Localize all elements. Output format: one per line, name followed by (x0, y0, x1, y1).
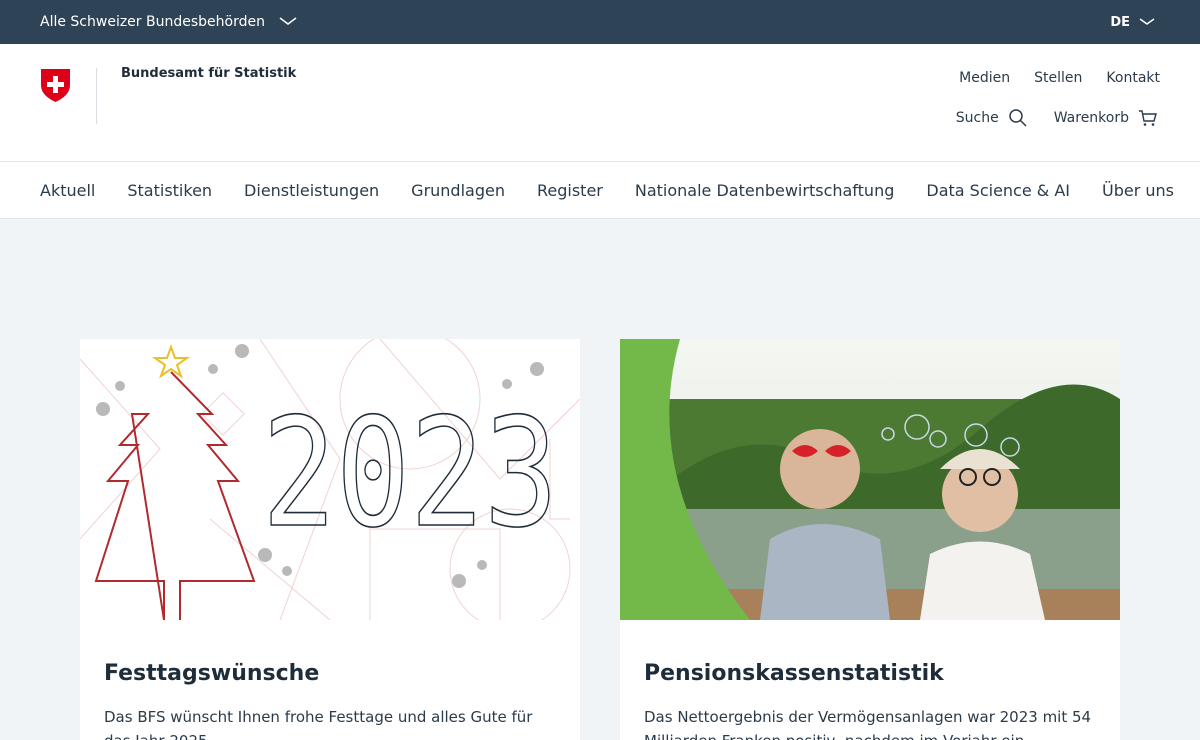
nav-item-aktuell[interactable]: Aktuell (40, 181, 95, 200)
header-tools: Suche Warenkorb (956, 108, 1158, 128)
meta-nav-kontakt[interactable]: Kontakt (1106, 70, 1160, 86)
nav-item-dienstleistungen[interactable]: Dienstleistungen (244, 181, 379, 200)
chevron-down-icon (279, 17, 297, 25)
site-header: Bundesamt für Statistik Medien Stellen K… (0, 44, 1200, 162)
card-image-seniors-bubbles (620, 339, 1120, 620)
authorities-dropdown[interactable]: Alle Schweizer Bundesbehörden (40, 0, 297, 44)
card-title[interactable]: Pensionskassenstatistik (644, 661, 944, 686)
news-card-festtagswuensche[interactable]: 2023 Festtagswünsche Das BFS wünscht Ihn… (80, 339, 580, 740)
meta-nav-medien[interactable]: Medien (959, 70, 1010, 86)
nav-item-statistiken[interactable]: Statistiken (127, 181, 212, 200)
christmas-illustration: 2023 (80, 339, 580, 620)
card-text: Das Nettoergebnis der Vermögensanlagen w… (644, 708, 1092, 740)
cart-icon (1139, 110, 1157, 126)
search-icon (1008, 109, 1027, 127)
search-label: Suche (955, 110, 999, 126)
nav-item-register[interactable]: Register (537, 181, 603, 200)
nav-item-nationale-datenbewirtschaftung[interactable]: Nationale Datenbewirtschaftung (635, 181, 895, 200)
nav-item-ueber-uns[interactable]: Über uns (1102, 181, 1174, 200)
year-graphic: 2023 (262, 387, 558, 561)
meta-nav: Medien Stellen Kontakt (959, 70, 1160, 86)
search-button[interactable]: Suche (956, 108, 1028, 128)
meta-nav-stellen[interactable]: Stellen (1034, 70, 1082, 86)
card-text: Das BFS wünscht Ihnen frohe Festtage und… (104, 708, 533, 740)
main-navigation: Aktuell Statistiken Dienstleistungen Gru… (0, 162, 1200, 219)
card-title[interactable]: Festtagswünsche (104, 661, 319, 686)
language-label: DE (1110, 14, 1130, 30)
language-switcher[interactable]: DE (1110, 0, 1156, 44)
federal-topbar: Alle Schweizer Bundesbehörden DE (0, 0, 1200, 44)
chevron-down-icon (1139, 18, 1155, 25)
authorities-label: Alle Schweizer Bundesbehörden (40, 14, 265, 30)
nav-item-data-science-ai[interactable]: Data Science & AI (926, 181, 1070, 200)
nav-item-grundlagen[interactable]: Grundlagen (411, 181, 505, 200)
cart-button[interactable]: Warenkorb (1054, 108, 1158, 128)
cart-label: Warenkorb (1053, 110, 1129, 126)
seniors-photo (620, 339, 1120, 620)
swiss-coat-of-arms-logo[interactable] (40, 68, 71, 103)
card-image-christmas: 2023 (80, 339, 580, 620)
office-name[interactable]: Bundesamt für Statistik (121, 66, 296, 81)
logo-divider (96, 68, 97, 124)
news-card-pensionskassenstatistik[interactable]: Pensionskassenstatistik Das Nettoergebni… (620, 339, 1120, 740)
